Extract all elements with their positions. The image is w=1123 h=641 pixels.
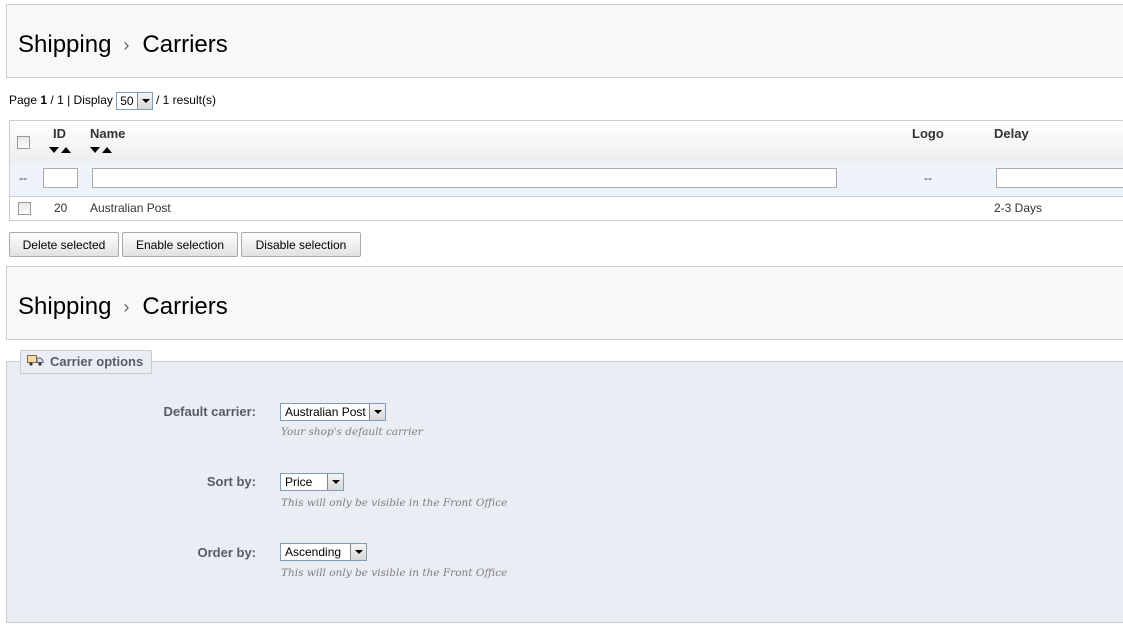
disable-selection-button[interactable]: Disable selection <box>241 232 361 257</box>
page-header: Shipping › Carriers <box>6 4 1123 78</box>
logo-filter-placeholder: -- <box>924 171 932 185</box>
breadcrumb-page: Carriers <box>142 293 228 320</box>
default-carrier-value: Australian Post <box>285 405 366 419</box>
sort-asc-icon[interactable] <box>102 147 112 153</box>
delay-filter-input[interactable] <box>996 168 1123 188</box>
carrier-options-title: Carrier options <box>50 354 144 369</box>
total-pages: / 1 <box>50 93 64 108</box>
filter-placeholder: -- <box>19 171 27 185</box>
carrier-options-panel: Default carrier: Australian Post Your sh… <box>6 361 1123 623</box>
sort-asc-icon[interactable] <box>61 147 71 153</box>
sort-desc-icon[interactable] <box>49 147 59 153</box>
chevron-down-icon <box>369 404 385 420</box>
name-sort-controls <box>90 147 114 153</box>
column-header-delay: Delay <box>994 126 1029 141</box>
page-header: Shipping › Carriers <box>6 266 1123 340</box>
column-header-name: Name <box>90 126 126 141</box>
order-by-select[interactable]: Ascending <box>280 543 367 561</box>
display-count-select[interactable]: 50 <box>116 92 153 110</box>
chevron-down-icon <box>327 474 343 490</box>
pagination: Page 1 / 1 | Display 50 / 1 result(s) <box>9 92 216 110</box>
column-header-logo: Logo <box>912 126 944 141</box>
row-delay: 2-3 Days <box>994 201 1043 215</box>
breadcrumb-chevron-icon: › <box>123 35 130 55</box>
table-row[interactable]: 20 Australian Post 2-3 Days <box>10 196 1123 221</box>
select-all-checkbox[interactable] <box>17 136 30 149</box>
sort-by-value: Price <box>285 475 313 489</box>
carrier-options-legend: Carrier options <box>20 350 153 374</box>
display-label: | Display <box>67 93 113 108</box>
sort-desc-icon[interactable] <box>90 147 100 153</box>
order-by-label: Order by: <box>197 545 256 560</box>
breadcrumb-page: Carriers <box>142 31 228 58</box>
breadcrumb-section[interactable]: Shipping <box>18 31 111 58</box>
id-filter-input[interactable] <box>43 168 78 188</box>
truck-icon <box>27 351 44 373</box>
sort-by-hint: This will only be visible in the Front O… <box>281 497 508 509</box>
breadcrumb: Shipping › Carriers <box>18 31 228 59</box>
breadcrumb-chevron-icon: › <box>123 297 130 317</box>
default-carrier-hint: Your shop's default carrier <box>281 426 423 438</box>
carriers-table: ID Name Logo Delay -- -- 20 Australian P… <box>9 120 1123 221</box>
enable-selection-button[interactable]: Enable selection <box>122 232 238 257</box>
name-filter-input[interactable] <box>92 168 837 188</box>
row-id: 20 <box>54 201 68 215</box>
delete-selected-button[interactable]: Delete selected <box>9 232 119 257</box>
sort-by-select[interactable]: Price <box>280 473 344 491</box>
display-count-value: 50 <box>120 94 134 108</box>
sort-by-label: Sort by: <box>206 474 256 489</box>
chevron-down-icon <box>350 544 366 560</box>
row-name: Australian Post <box>90 201 171 215</box>
breadcrumb: Shipping › Carriers <box>18 293 228 321</box>
default-carrier-label: Default carrier: <box>163 404 256 419</box>
row-checkbox[interactable] <box>18 202 31 215</box>
breadcrumb-section[interactable]: Shipping <box>18 293 111 320</box>
results-count: / 1 result(s) <box>155 93 216 108</box>
chevron-down-icon <box>136 93 152 109</box>
order-by-value: Ascending <box>285 545 342 559</box>
order-by-hint: This will only be visible in the Front O… <box>281 567 508 579</box>
table-header: ID Name Logo Delay <box>10 121 1123 163</box>
filter-row: -- -- <box>10 162 1123 197</box>
current-page: 1 <box>40 93 48 108</box>
column-header-id: ID <box>53 126 66 141</box>
default-carrier-select[interactable]: Australian Post <box>280 403 386 421</box>
id-sort-controls <box>49 147 73 153</box>
page-label: Page <box>9 93 38 108</box>
